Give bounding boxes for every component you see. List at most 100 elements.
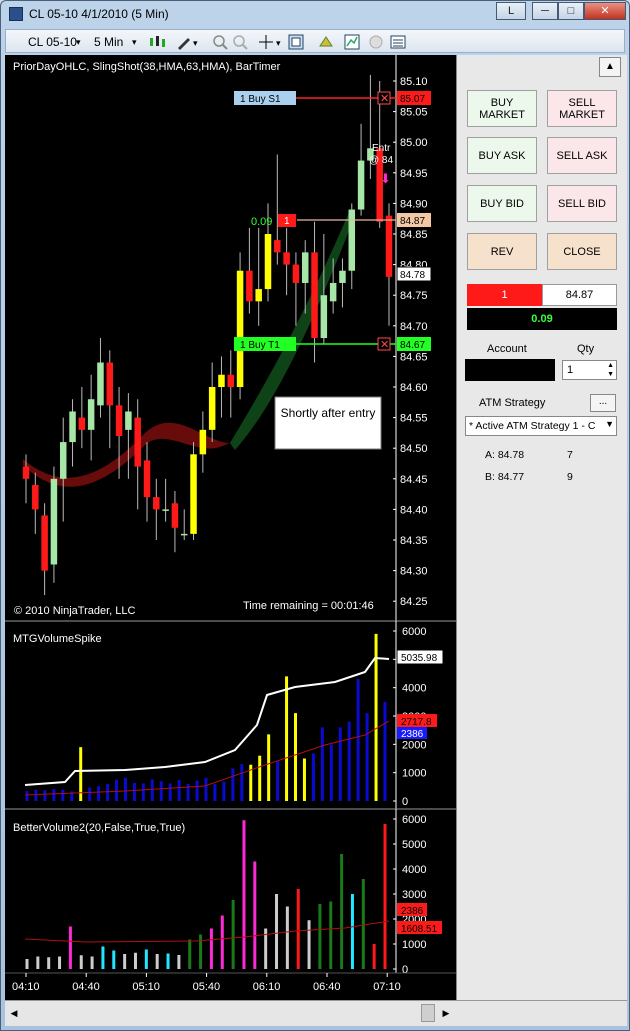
atm-strategy-options-button[interactable]: ... bbox=[590, 394, 616, 412]
entry-position-line[interactable]: 0.09 1 84.87 bbox=[251, 213, 431, 228]
candle-body bbox=[180, 533, 188, 536]
atm-strategy-select[interactable]: * Active ATM Strategy 1 - C ▼ bbox=[465, 416, 617, 436]
minimize-button[interactable]: ─ bbox=[532, 2, 558, 20]
interval-dropdown-icon[interactable]: ▾ bbox=[132, 33, 137, 51]
time-remaining-text: Time remaining = 00:01:46 bbox=[243, 600, 374, 612]
buy-bid-button[interactable]: BUY BID bbox=[467, 185, 537, 222]
candle-body bbox=[78, 417, 86, 430]
candle-body bbox=[59, 442, 67, 479]
candle-body bbox=[190, 454, 197, 534]
candle-body bbox=[208, 387, 216, 430]
stop-order-label: 1 Buy S1 bbox=[240, 94, 281, 105]
candle-body bbox=[162, 509, 169, 511]
candle-body bbox=[134, 417, 141, 467]
buy-ask-button[interactable]: BUY ASK bbox=[467, 137, 537, 174]
app-icon bbox=[9, 7, 23, 21]
sell-ask-button[interactable]: SELL ASK bbox=[547, 137, 617, 174]
chart-canvas[interactable]: PriorDayOHLC, SlingShot(38,HMA,63,HMA), … bbox=[5, 55, 456, 1000]
indicator-label: PriorDayOHLC, SlingShot(38,HMA,63,HMA), … bbox=[13, 61, 281, 73]
better-volume-bars bbox=[24, 820, 390, 969]
volume-current-value: 2386 bbox=[401, 729, 424, 740]
price-tick-label: 84.40 bbox=[400, 504, 428, 516]
indicators-icon[interactable] bbox=[344, 34, 360, 50]
instrument-dropdown-icon[interactable]: ▾ bbox=[76, 33, 81, 51]
buy-market-button[interactable]: BUY MARKET bbox=[467, 90, 537, 127]
chevron-down-icon: ▼ bbox=[605, 419, 614, 429]
sell-market-button[interactable]: SELL MARKET bbox=[547, 90, 617, 127]
close-window-button[interactable]: ✕ bbox=[584, 2, 626, 20]
bid-price-label: B: 84.77 bbox=[485, 471, 525, 483]
volume-value-markers: 5035.98 2717.8 2386 bbox=[396, 649, 444, 740]
price-tick-label: 85.10 bbox=[400, 76, 428, 88]
cancel-x-icon: ✕ bbox=[380, 93, 389, 105]
drawing-tool-icon[interactable]: ▾ bbox=[176, 34, 200, 50]
candle-body bbox=[218, 374, 225, 387]
price-tick-label: 84.45 bbox=[400, 474, 428, 486]
chart-area[interactable]: PriorDayOHLC, SlingShot(38,HMA,63,HMA), … bbox=[5, 55, 456, 1000]
crosshair-icon[interactable]: ▾ bbox=[258, 34, 284, 50]
strategy-icon[interactable] bbox=[318, 34, 334, 50]
candle-body bbox=[329, 282, 337, 302]
account-selector[interactable] bbox=[465, 359, 555, 381]
candle-body bbox=[339, 270, 346, 283]
price-tick-label: 84.75 bbox=[400, 290, 428, 302]
candle-body bbox=[87, 399, 95, 430]
volume-average-value: 5035.98 bbox=[401, 653, 438, 664]
candle-body bbox=[357, 160, 365, 210]
sell-bid-button[interactable]: SELL BID bbox=[547, 185, 617, 222]
globe-icon[interactable] bbox=[368, 34, 384, 50]
maximize-button[interactable]: □ bbox=[558, 2, 584, 20]
time-tick-label: 06:10 bbox=[253, 981, 281, 993]
candle-body bbox=[41, 515, 48, 571]
chart-scrollbar[interactable]: ◀ ▶ bbox=[5, 1000, 627, 1026]
data-box-icon[interactable] bbox=[390, 34, 406, 50]
price-tick-label: 84.70 bbox=[400, 321, 428, 333]
window-title: CL 05-10 4/1/2010 (5 Min) bbox=[29, 7, 169, 21]
better-volume-average: 1608.51 bbox=[401, 924, 438, 935]
ask-price-label: A: 84.78 bbox=[485, 449, 525, 461]
candle-body bbox=[153, 497, 160, 510]
volume-tick-label: 6000 bbox=[402, 626, 426, 638]
volume-tick-label: 0 bbox=[402, 796, 408, 808]
interval-selector[interactable]: 5 Min bbox=[94, 33, 123, 51]
reverse-button[interactable]: REV bbox=[467, 233, 537, 270]
scroll-thumb[interactable] bbox=[421, 1004, 435, 1022]
entry-pnl-text: 0.09 bbox=[251, 216, 272, 228]
stop-order-line[interactable]: 1 Buy S1 ✕ 85.07 bbox=[234, 91, 431, 105]
candle-body bbox=[274, 240, 281, 253]
position-avg-price: 84.87 bbox=[542, 284, 617, 306]
qty-value: 1 bbox=[567, 364, 574, 376]
volume-ma-value: 2717.8 bbox=[401, 717, 432, 728]
better-volume-axis: 6000500040003000200010000 bbox=[393, 809, 426, 976]
stop-price-text: 85.07 bbox=[400, 94, 425, 105]
scroll-left-icon[interactable]: ◀ bbox=[6, 1004, 22, 1022]
bar-type-icon[interactable] bbox=[148, 34, 170, 50]
target-order-line[interactable]: 1 Buy T1 ✕ 84.67 bbox=[234, 337, 431, 351]
zoom-in-icon[interactable] bbox=[212, 34, 228, 50]
entry-annotation-text: Entr bbox=[372, 143, 391, 154]
link-button[interactable]: L bbox=[496, 2, 526, 20]
quantity-stepper[interactable]: 1 ▲ ▼ bbox=[562, 360, 617, 380]
properties-icon[interactable] bbox=[288, 34, 304, 50]
candle-body bbox=[32, 484, 39, 510]
better-volume-average-line bbox=[24, 920, 390, 943]
instrument-selector[interactable]: CL 05-10 bbox=[28, 33, 77, 51]
entry-price-text: 84.87 bbox=[400, 216, 425, 227]
candle-body bbox=[264, 234, 272, 290]
candle-body bbox=[348, 209, 356, 271]
bid-size: 9 bbox=[567, 471, 573, 483]
entry-arrow-icon: ⬇ bbox=[380, 171, 391, 186]
scroll-right-icon[interactable]: ▶ bbox=[438, 1004, 454, 1022]
price-tick-label: 84.85 bbox=[400, 229, 428, 241]
volume-tick-label: 1000 bbox=[402, 768, 426, 780]
stepper-arrows-icon[interactable]: ▲ ▼ bbox=[607, 361, 614, 379]
account-label: Account bbox=[487, 343, 527, 355]
svg-text:▾: ▾ bbox=[193, 38, 198, 48]
collapse-panel-button[interactable]: ▲ bbox=[599, 57, 621, 77]
better-volume-tick-label: 3000 bbox=[402, 889, 426, 901]
zoom-out-icon[interactable] bbox=[232, 34, 248, 50]
candle-body bbox=[106, 362, 114, 406]
price-tick-label: 84.55 bbox=[400, 413, 428, 425]
close-position-button[interactable]: CLOSE bbox=[547, 233, 617, 270]
chart-trader-panel: ▲ BUY MARKET SELL MARKET BUY ASK SELL AS… bbox=[456, 55, 627, 1000]
